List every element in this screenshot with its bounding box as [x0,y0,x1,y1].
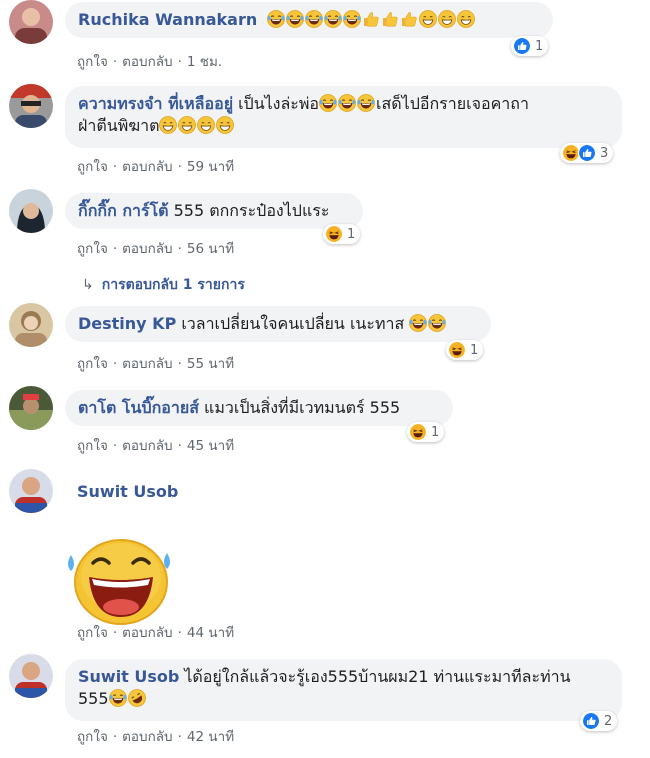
commenter-name[interactable]: Ruchika Wannakarn [78,10,257,29]
reply-link[interactable]: ตอบกลับ [122,159,172,175]
comment-bubble: กิ๊กกิ๊ก การ์โต้ 555 ตกกระป๋องไปแระ [65,193,363,229]
commenter-name[interactable]: Suwit Usob [78,667,179,686]
timestamp[interactable]: 1 ชม. [187,54,222,70]
reply-arrow-icon: ↳ [82,277,94,293]
laughing-emoji-icon [338,94,356,112]
laughing-emoji-icon [428,314,446,332]
grinning-emoji-icon [457,10,475,28]
haha-reaction-icon [325,225,343,243]
comment-bubble: Ruchika Wannakarn [65,2,553,38]
reaction-count[interactable]: 2 [580,711,618,731]
comment-bubble: Destiny KP เวลาเปลี่ยนใจคนเปลี่ยน เนะทาส [65,306,491,342]
haha-reaction-icon [448,341,466,359]
comment-bubble: ตาโต โนบิ๊กอายส์ แมวเป็นสิ่งที่มีเวทมนตร์… [65,390,453,426]
reaction-count[interactable]: 1 [407,422,445,442]
laughing-emoji-icon [409,314,427,332]
rolling-laughing-emoji-icon [128,689,146,707]
reaction-count[interactable]: 1 [323,224,361,244]
grinning-emoji-icon [178,116,196,134]
grinning-emoji-icon [216,116,234,134]
comment-actions: ถูกใจ · ตอบกลับ · 56 นาที [77,241,235,257]
like-link[interactable]: ถูกใจ [77,54,108,70]
grinning-emoji-icon [159,116,177,134]
comment-actions: ถูกใจ · ตอบกลับ · 44 นาที [77,625,235,641]
timestamp[interactable]: 59 นาที [187,159,234,175]
avatar[interactable] [9,189,53,233]
avatar[interactable] [9,84,53,128]
like-link[interactable]: ถูกใจ [77,159,108,175]
commenter-name[interactable]: ความทรงจำ ที่เหลืออยู่ [78,94,233,113]
like-reaction-icon [578,144,596,162]
timestamp[interactable]: 56 นาที [187,241,234,257]
reply-link[interactable]: ตอบกลับ [122,356,172,372]
laughing-sticker-icon[interactable] [63,527,173,627]
like-link[interactable]: ถูกใจ [77,438,108,454]
laughing-emoji-icon [324,10,342,28]
like-link[interactable]: ถูกใจ [77,625,108,641]
grinning-emoji-icon [438,10,456,28]
thumbs-up-emoji-icon [362,10,380,28]
reply-link[interactable]: ตอบกลับ [122,729,172,745]
like-link[interactable]: ถูกใจ [77,729,108,745]
laughing-emoji-icon [357,94,375,112]
timestamp[interactable]: 44 นาที [187,625,234,641]
grinning-emoji-icon [197,116,215,134]
avatar[interactable] [9,469,53,513]
comment-actions: ถูกใจ · ตอบกลับ · 59 นาที [77,159,235,175]
view-replies-link[interactable]: ↳ การตอบกลับ 1 รายการ [82,274,245,296]
like-reaction-icon [513,37,531,55]
haha-reaction-icon [409,423,427,441]
commenter-name[interactable]: ตาโต โนบิ๊กอายส์ [78,398,199,417]
laughing-emoji-icon [319,94,337,112]
commenter-name[interactable]: กิ๊กกิ๊ก การ์โต้ [78,201,169,220]
comment-bubble: ความทรงจำ ที่เหลืออยู่ เป็นไงล่ะพ่อ เสด็ไป… [65,86,622,148]
comment-actions: ถูกใจ · ตอบกลับ · 55 นาที [77,356,235,372]
comment-actions: ถูกใจ · ตอบกลับ · 1 ชม. [77,54,223,70]
reply-link[interactable]: ตอบกลับ [122,438,172,454]
comment-actions: ถูกใจ · ตอบกลับ · 45 นาที [77,438,235,454]
timestamp[interactable]: 55 นาที [187,356,234,372]
laughing-emoji-icon [343,10,361,28]
avatar[interactable] [9,303,53,347]
reply-link[interactable]: ตอบกลับ [122,54,172,70]
like-reaction-icon [582,712,600,730]
comment-actions: ถูกใจ · ตอบกลับ · 42 นาที [77,729,235,745]
grinning-emoji-icon [419,10,437,28]
reaction-count[interactable]: 3 [560,143,614,163]
laughing-emoji-icon [305,10,323,28]
timestamp[interactable]: 42 นาที [187,729,234,745]
commenter-name[interactable]: Suwit Usob [77,482,178,501]
laughing-emoji-icon [109,689,127,707]
like-link[interactable]: ถูกใจ [77,241,108,257]
timestamp[interactable]: 45 นาที [187,438,234,454]
reply-link[interactable]: ตอบกลับ [122,241,172,257]
avatar[interactable] [9,0,53,44]
reaction-count[interactable]: 1 [511,36,549,56]
laughing-emoji-icon [286,10,304,28]
commenter-name[interactable]: Destiny KP [78,314,176,333]
reaction-count[interactable]: 1 [446,340,484,360]
comment-bubble: Suwit Usob ได้อยู่ใกล้แล้วจะรู้เอง555บ้าน… [65,659,622,721]
reply-link[interactable]: ตอบกลับ [122,625,172,641]
thumbs-up-emoji-icon [381,10,399,28]
avatar[interactable] [9,386,53,430]
avatar[interactable] [9,654,53,698]
laughing-emoji-icon [267,10,285,28]
thumbs-up-emoji-icon [400,10,418,28]
like-link[interactable]: ถูกใจ [77,356,108,372]
